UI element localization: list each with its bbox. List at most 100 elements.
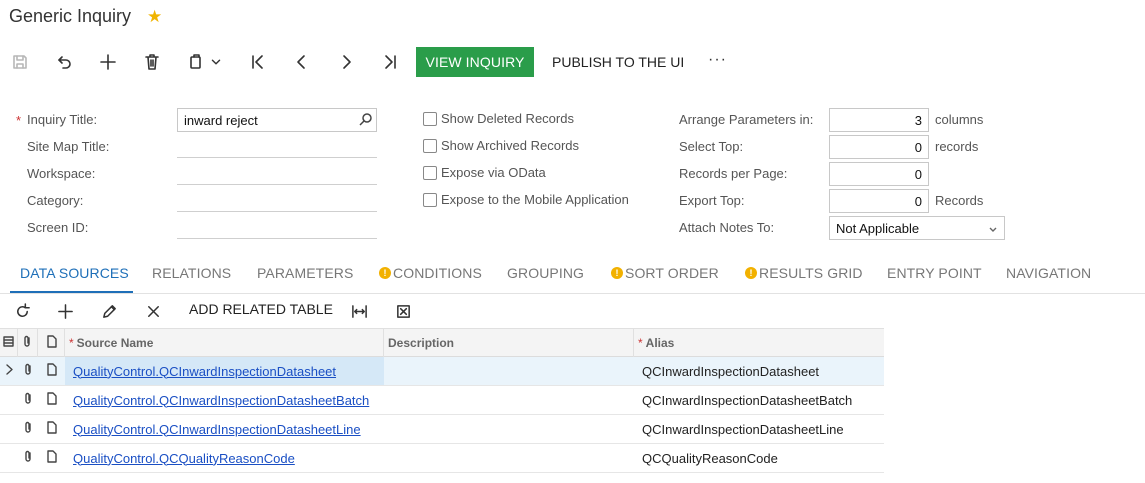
first-record-icon[interactable] — [246, 50, 270, 74]
description-cell[interactable] — [384, 386, 634, 414]
tab-entry-point[interactable]: ENTRY POINT — [887, 265, 982, 281]
category-field[interactable] — [177, 192, 377, 212]
previous-record-icon[interactable] — [290, 50, 314, 74]
show-deleted-checkbox[interactable]: Show Deleted Records — [423, 111, 574, 126]
note-icon — [45, 363, 58, 379]
source-name-cell[interactable]: QualityControl.QCInwardInspectionDatashe… — [65, 357, 384, 385]
search-icon[interactable] — [359, 112, 373, 129]
row-notes[interactable] — [38, 415, 65, 443]
expose-mobile-checkbox[interactable]: Expose to the Mobile Application — [423, 192, 629, 207]
checkbox-box[interactable] — [423, 111, 437, 126]
attach-notes-select[interactable]: Not Applicable — [829, 216, 1005, 240]
tab-grouping[interactable]: GROUPING — [507, 265, 584, 281]
tab-navigation[interactable]: NAVIGATION — [1006, 265, 1091, 281]
fit-columns-icon[interactable] — [348, 300, 370, 322]
select-top-input[interactable] — [829, 135, 929, 159]
files-header — [18, 329, 38, 357]
alias-cell[interactable]: QCInwardInspectionDatasheetBatch — [634, 386, 884, 414]
tab-relations[interactable]: RELATIONS — [152, 265, 231, 281]
tabs-divider — [0, 293, 1145, 294]
chevron-down-icon — [988, 223, 998, 238]
records-per-page-label: Records per Page: — [679, 166, 788, 181]
view-inquiry-button[interactable]: VIEW INQUIRY — [416, 47, 534, 77]
tab-conditions[interactable]: ! CONDITIONS — [379, 265, 482, 281]
row-notes[interactable] — [38, 357, 65, 385]
source-name-cell[interactable]: QualityControl.QCQualityReasonCode — [65, 444, 384, 472]
export-excel-icon[interactable] — [392, 300, 414, 322]
paperclip-icon — [21, 335, 34, 351]
refresh-icon[interactable] — [11, 300, 33, 322]
note-icon — [45, 392, 58, 408]
delete-row-icon[interactable] — [142, 300, 164, 322]
row-files[interactable] — [18, 357, 38, 385]
source-name-link[interactable]: QualityControl.QCQualityReasonCode — [73, 451, 295, 466]
source-name-header[interactable]: * Source Name — [65, 329, 384, 357]
alias-header[interactable]: * Alias — [634, 329, 884, 357]
alias-cell[interactable]: QCQualityReasonCode — [634, 444, 884, 472]
row-files[interactable] — [18, 386, 38, 414]
table-row[interactable]: QualityControl.QCQualityReasonCode QCQua… — [0, 444, 884, 473]
chevron-down-icon[interactable] — [208, 50, 224, 74]
table-row[interactable]: QualityControl.QCInwardInspectionDatashe… — [0, 357, 884, 386]
delete-icon[interactable] — [140, 50, 164, 74]
source-name-link[interactable]: QualityControl.QCInwardInspectionDatashe… — [73, 422, 361, 437]
required-marker: * — [638, 336, 643, 350]
add-related-table-button[interactable]: ADD RELATED TABLE — [189, 301, 333, 317]
required-marker: * — [16, 113, 22, 128]
add-row-icon[interactable] — [54, 300, 76, 322]
description-header[interactable]: Description — [384, 329, 634, 357]
tab-label: RELATIONS — [152, 265, 232, 281]
source-name-link[interactable]: QualityControl.QCInwardInspectionDatashe… — [73, 393, 369, 408]
row-selector-header — [0, 329, 18, 357]
export-top-input[interactable] — [829, 189, 929, 213]
row-files[interactable] — [18, 444, 38, 472]
clipboard-icon[interactable] — [184, 50, 208, 74]
site-map-title-field[interactable] — [177, 138, 377, 158]
table-row[interactable]: QualityControl.QCInwardInspectionDatashe… — [0, 386, 884, 415]
warning-icon: ! — [611, 267, 623, 279]
row-files[interactable] — [18, 415, 38, 443]
description-cell[interactable] — [384, 415, 634, 443]
workspace-label: Workspace: — [27, 166, 96, 181]
publish-to-ui-button[interactable]: PUBLISH TO THE UI — [552, 54, 684, 70]
more-options-icon[interactable]: ··· — [708, 51, 727, 69]
tab-sort-order[interactable]: ! SORT ORDER — [611, 265, 719, 281]
paperclip-icon — [22, 392, 35, 408]
save-icon[interactable] — [8, 50, 32, 74]
undo-icon[interactable] — [52, 50, 76, 74]
last-record-icon[interactable] — [378, 50, 402, 74]
tab-label: RESULTS GRID — [759, 265, 863, 281]
checkbox-box[interactable] — [423, 165, 437, 180]
source-name-cell[interactable]: QualityControl.QCInwardInspectionDatashe… — [65, 415, 384, 443]
screen-id-field[interactable] — [177, 219, 377, 239]
source-name-cell[interactable]: QualityControl.QCInwardInspectionDatashe… — [65, 386, 384, 414]
arrange-params-input[interactable] — [829, 108, 929, 132]
note-icon — [45, 450, 58, 466]
tab-parameters[interactable]: PARAMETERS — [257, 265, 353, 281]
tab-label: SORT ORDER — [625, 265, 719, 281]
tab-results-grid[interactable]: ! RESULTS GRID — [745, 265, 863, 281]
alias-cell[interactable]: QCInwardInspectionDatasheet — [634, 357, 884, 385]
row-notes[interactable] — [38, 386, 65, 414]
add-icon[interactable] — [96, 50, 120, 74]
records-per-page-input[interactable] — [829, 162, 929, 186]
description-cell[interactable] — [384, 357, 634, 385]
inquiry-title-input[interactable] — [177, 108, 377, 132]
row-selector[interactable] — [0, 357, 18, 385]
settings-grid-icon[interactable] — [2, 335, 15, 351]
favorite-star-icon[interactable]: ★ — [147, 7, 162, 27]
workspace-field[interactable] — [177, 165, 377, 185]
show-archived-checkbox[interactable]: Show Archived Records — [423, 138, 579, 153]
source-name-link[interactable]: QualityControl.QCInwardInspectionDatashe… — [73, 364, 336, 379]
next-record-icon[interactable] — [334, 50, 358, 74]
checkbox-box[interactable] — [423, 138, 437, 153]
note-icon — [45, 335, 58, 351]
row-notes[interactable] — [38, 444, 65, 472]
tab-data-sources[interactable]: DATA SOURCES — [20, 265, 129, 281]
expose-odata-checkbox[interactable]: Expose via OData — [423, 165, 546, 180]
checkbox-box[interactable] — [423, 192, 437, 207]
description-cell[interactable] — [384, 444, 634, 472]
edit-icon[interactable] — [98, 300, 120, 322]
table-row[interactable]: QualityControl.QCInwardInspectionDatashe… — [0, 415, 884, 444]
alias-cell[interactable]: QCInwardInspectionDatasheetLine — [634, 415, 884, 443]
